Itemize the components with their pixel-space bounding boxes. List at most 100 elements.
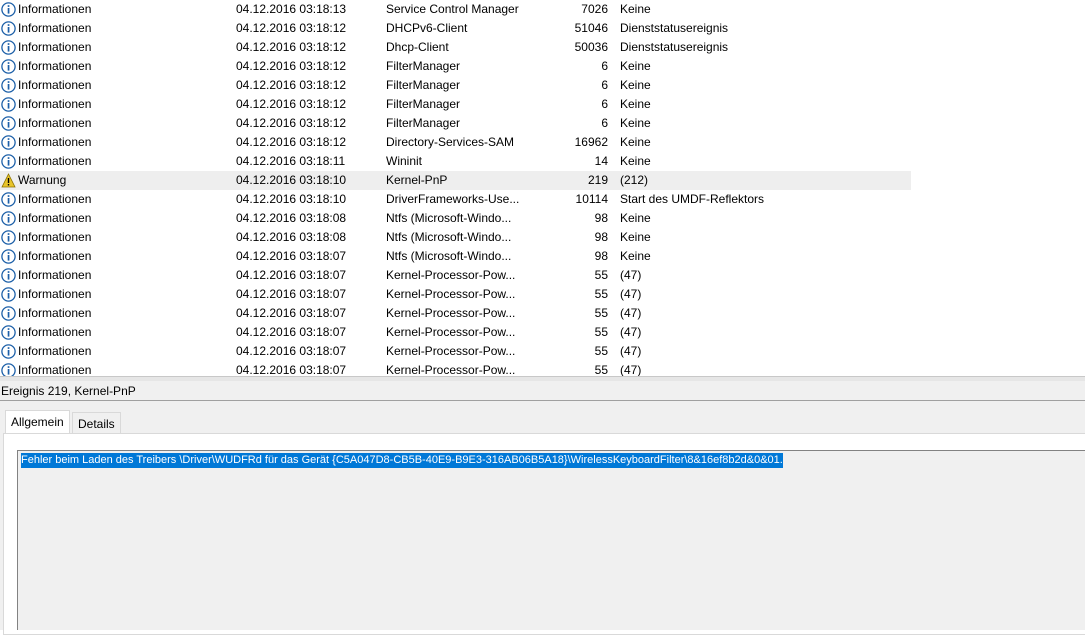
- info-icon: [1, 2, 16, 17]
- datetime-cell: 04.12.2016 03:18:07: [236, 325, 347, 339]
- datetime-cell: 04.12.2016 03:18:10: [236, 192, 347, 206]
- table-row[interactable]: Informationen 04.12.2016 03:18:11 Wininit 1…: [0, 152, 911, 171]
- source-cell: FilterManager: [386, 97, 461, 111]
- info-icon: [1, 154, 16, 169]
- level-cell: Informationen: [18, 363, 92, 376]
- event-message-box[interactable]: Fehler beim Laden des Treibers \Driver\W…: [17, 450, 1085, 630]
- task-category-cell: (47): [620, 325, 642, 339]
- datetime-cell: 04.12.2016 03:18:07: [236, 287, 347, 301]
- table-row[interactable]: Informationen 04.12.2016 03:18:07 Kernel-P…: [0, 323, 911, 342]
- info-icon: [1, 116, 16, 131]
- source-cell: Kernel-Processor-Pow...: [386, 306, 516, 320]
- level-cell: Informationen: [18, 268, 92, 282]
- table-row[interactable]: Informationen 04.12.2016 03:18:07 Ntfs (Mi…: [0, 247, 911, 266]
- datetime-cell: 04.12.2016 03:18:12: [236, 59, 347, 73]
- datetime-cell: 04.12.2016 03:18:12: [236, 78, 347, 92]
- tab-details[interactable]: Details: [72, 412, 121, 434]
- event-id-cell: 16962: [574, 135, 608, 149]
- datetime-cell: 04.12.2016 03:18:07: [236, 344, 347, 358]
- source-cell: Dhcp-Client: [386, 40, 449, 54]
- table-row[interactable]: Informationen 04.12.2016 03:18:12 Director…: [0, 133, 911, 152]
- task-category-cell: Dienststatusereignis: [620, 40, 729, 54]
- source-cell: DriverFrameworks-Use...: [386, 192, 520, 206]
- event-id-cell: 219: [587, 173, 608, 187]
- source-cell: DHCPv6-Client: [386, 21, 468, 35]
- event-id-cell: 50036: [574, 40, 608, 54]
- table-row[interactable]: Informationen 04.12.2016 03:18:08 Ntfs (Mi…: [0, 209, 911, 228]
- level-cell: Informationen: [18, 135, 92, 149]
- info-icon: [1, 21, 16, 36]
- event-id-cell: 98: [594, 211, 608, 225]
- info-icon: [1, 325, 16, 340]
- event-message-text[interactable]: Fehler beim Laden des Treibers \Driver\W…: [21, 453, 783, 468]
- datetime-cell: 04.12.2016 03:18:12: [236, 40, 347, 54]
- info-icon: [1, 249, 16, 264]
- source-cell: Kernel-Processor-Pow...: [386, 344, 516, 358]
- event-id-cell: 7026: [581, 2, 608, 16]
- datetime-cell: 04.12.2016 03:18:07: [236, 249, 347, 263]
- task-category-cell: Dienststatusereignis: [620, 21, 729, 35]
- event-id-cell: 51046: [574, 21, 608, 35]
- table-row[interactable]: Informationen 04.12.2016 03:18:07 Kernel-P…: [0, 304, 911, 323]
- task-category-cell: Keine: [620, 211, 651, 225]
- datetime-cell: 04.12.2016 03:18:12: [236, 135, 347, 149]
- level-cell: Informationen: [18, 2, 92, 16]
- datetime-cell: 04.12.2016 03:18:10: [236, 173, 347, 187]
- source-cell: Wininit: [386, 154, 423, 168]
- info-icon: [1, 268, 16, 283]
- datetime-cell: 04.12.2016 03:18:07: [236, 363, 347, 376]
- table-row[interactable]: Informationen 04.12.2016 03:18:07 Kernel-P…: [0, 361, 911, 376]
- table-row[interactable]: Informationen 04.12.2016 03:18:12 DHCPv6-C…: [0, 19, 911, 38]
- tab-allgemein[interactable]: Allgemein: [5, 410, 70, 434]
- task-category-cell: (212): [620, 173, 649, 187]
- source-cell: Ntfs (Microsoft-Windo...: [386, 211, 512, 225]
- table-row[interactable]: Informationen 04.12.2016 03:18:12 Dhcp-Cli…: [0, 38, 911, 57]
- info-icon: [1, 344, 16, 359]
- table-row[interactable]: Informationen 04.12.2016 03:18:13 Service …: [0, 0, 911, 19]
- task-category-cell: Keine: [620, 154, 651, 168]
- datetime-cell: 04.12.2016 03:18:07: [236, 268, 347, 282]
- source-cell: Service Control Manager: [386, 2, 519, 16]
- level-cell: Informationen: [18, 59, 92, 73]
- warning-icon: [1, 173, 16, 188]
- level-cell: Informationen: [18, 344, 92, 358]
- table-row[interactable]: Informationen 04.12.2016 03:18:07 Kernel-P…: [0, 266, 911, 285]
- datetime-cell: 04.12.2016 03:18:11: [236, 154, 346, 168]
- source-cell: Kernel-Processor-Pow...: [386, 325, 516, 339]
- source-cell: Directory-Services-SAM: [386, 135, 515, 149]
- datetime-cell: 04.12.2016 03:18:08: [236, 211, 347, 225]
- event-id-cell: 55: [594, 325, 608, 339]
- event-list[interactable]: Informationen 04.12.2016 03:18:13 Service …: [0, 0, 1085, 376]
- source-cell: Kernel-Processor-Pow...: [386, 363, 516, 376]
- source-cell: Kernel-PnP: [386, 173, 448, 187]
- event-id-cell: 55: [594, 306, 608, 320]
- source-cell: Ntfs (Microsoft-Windo...: [386, 230, 512, 244]
- datetime-cell: 04.12.2016 03:18:08: [236, 230, 347, 244]
- table-row[interactable]: Informationen 04.12.2016 03:18:12 FilterMa…: [0, 95, 911, 114]
- info-icon: [1, 211, 16, 226]
- datetime-cell: 04.12.2016 03:18:13: [236, 2, 347, 16]
- info-icon: [1, 363, 16, 376]
- source-cell: FilterManager: [386, 116, 461, 130]
- task-category-cell: (47): [620, 287, 642, 301]
- task-category-cell: Keine: [620, 249, 651, 263]
- info-icon: [1, 230, 16, 245]
- table-row[interactable]: Informationen 04.12.2016 03:18:07 Kernel-P…: [0, 342, 911, 361]
- event-details-pane: Ereignis 219, Kernel-PnP Allgemein Detai…: [0, 381, 1085, 635]
- table-row[interactable]: Informationen 04.12.2016 03:18:12 FilterMa…: [0, 76, 911, 95]
- table-row[interactable]: Informationen 04.12.2016 03:18:10 DriverFr…: [0, 190, 911, 209]
- info-icon: [1, 135, 16, 150]
- event-id-cell: 98: [594, 230, 608, 244]
- table-row[interactable]: Informationen 04.12.2016 03:18:08 Ntfs (Mi…: [0, 228, 911, 247]
- level-cell: Informationen: [18, 78, 92, 92]
- table-row[interactable]: Informationen 04.12.2016 03:18:07 Kernel-P…: [0, 285, 911, 304]
- level-cell: Informationen: [18, 249, 92, 263]
- event-id-cell: 6: [601, 97, 608, 111]
- task-category-cell: Keine: [620, 97, 651, 111]
- task-category-cell: Keine: [620, 135, 651, 149]
- event-id-cell: 55: [594, 363, 608, 376]
- table-row-selected[interactable]: Warnung 04.12.2016 03:18:10 Kernel-PnP 219 (…: [0, 171, 911, 190]
- info-icon: [1, 192, 16, 207]
- table-row[interactable]: Informationen 04.12.2016 03:18:12 FilterMa…: [0, 114, 911, 133]
- table-row[interactable]: Informationen 04.12.2016 03:18:12 FilterMa…: [0, 57, 911, 76]
